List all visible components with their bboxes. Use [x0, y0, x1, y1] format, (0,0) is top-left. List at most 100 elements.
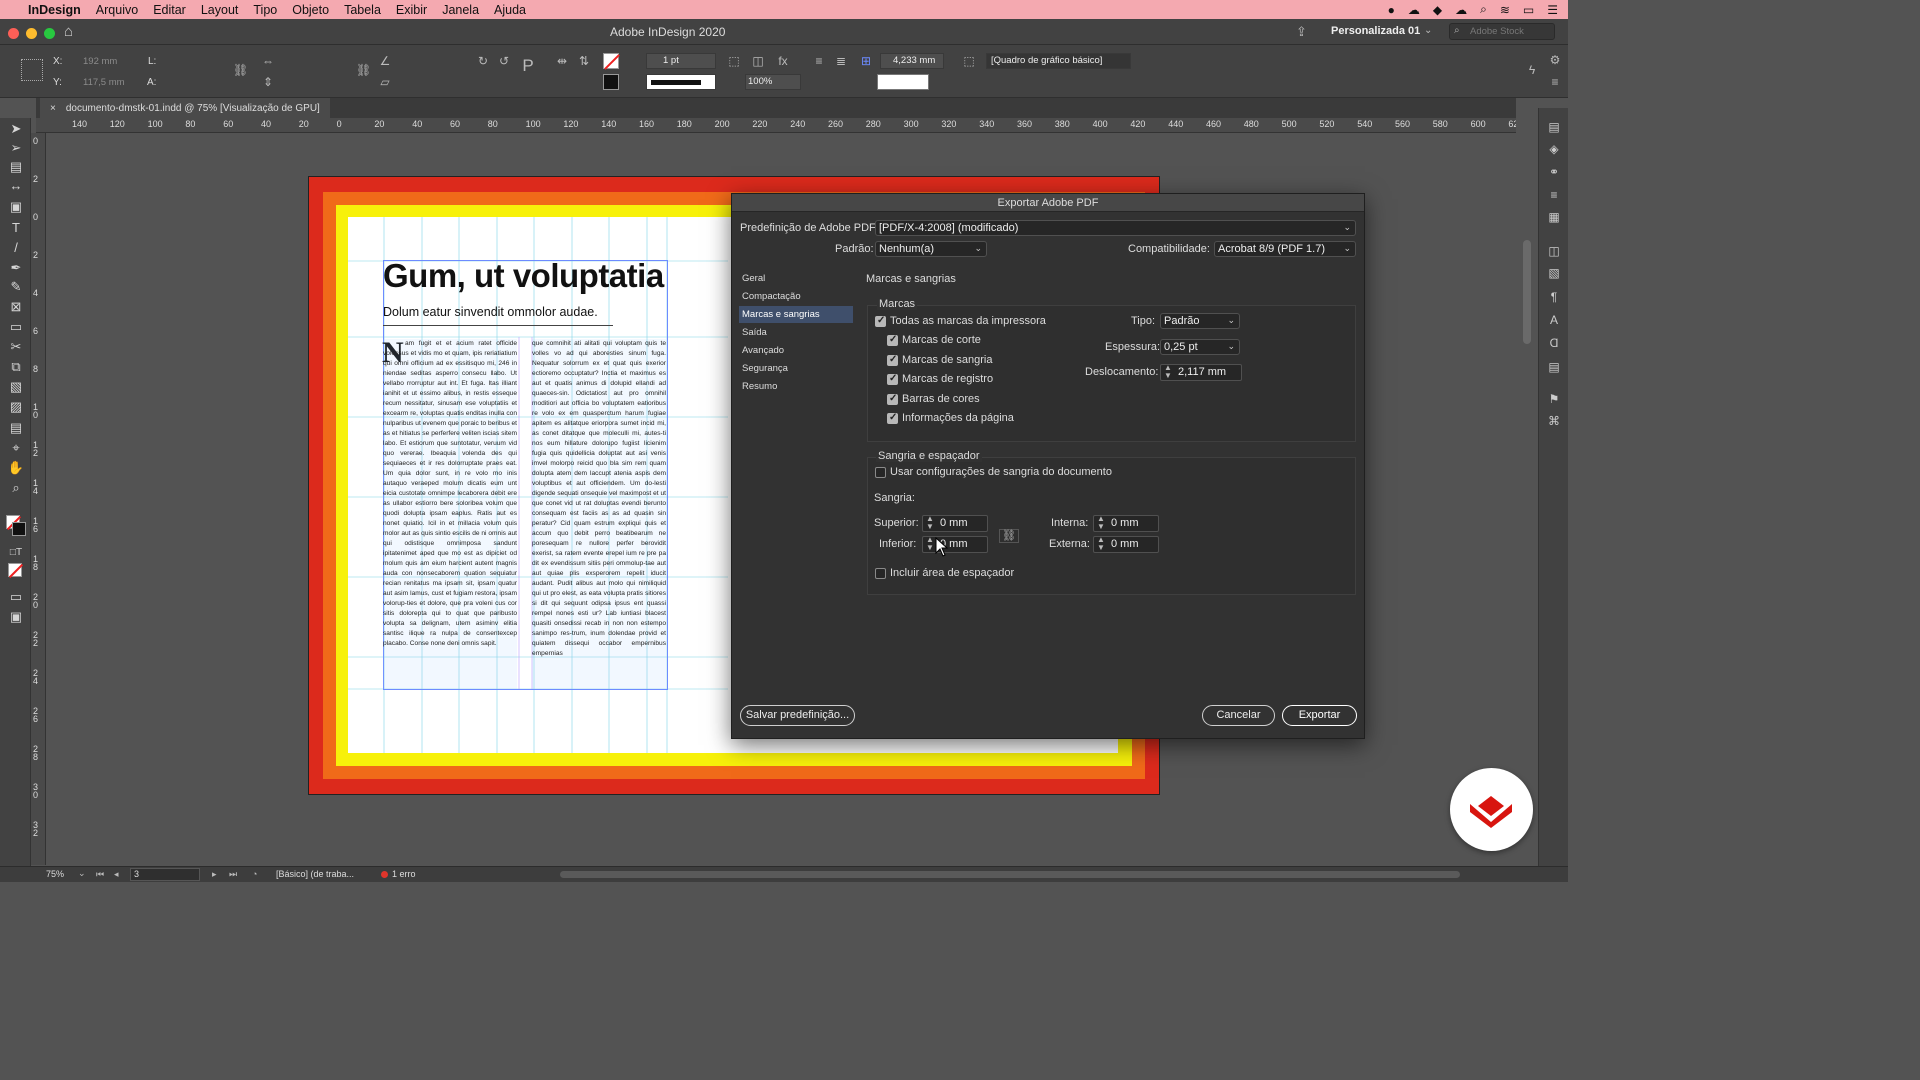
scissors-tool-icon[interactable]: ✂ — [7, 338, 25, 356]
flip-horizontal-icon[interactable]: ⇹ — [555, 54, 569, 68]
compatibility-select[interactable]: Acrobat 8/9 (PDF 1.7) ⌄ — [1214, 241, 1356, 257]
line-tool-icon[interactable]: / — [7, 239, 25, 257]
type-tool-icon[interactable]: T — [7, 219, 25, 237]
stepper-icon[interactable]: ▲ ▼ — [1097, 515, 1105, 531]
bottom-bleed-field[interactable]: ▲ ▼ 0 mm — [922, 536, 988, 553]
panel-menu-icon[interactable]: ≡ — [1548, 75, 1562, 89]
close-window-button[interactable] — [8, 28, 19, 39]
scale-y-icon[interactable]: ⇕ — [261, 75, 275, 89]
nav-resumo[interactable]: Resumo — [739, 378, 853, 395]
gear-icon[interactable]: ⚙ — [1548, 53, 1562, 67]
page-subheading[interactable]: Dolum eatur sinvendit ommolor audae. — [383, 305, 598, 319]
fill-swatch[interactable] — [603, 53, 620, 70]
last-page-icon[interactable]: ⏭ — [229, 869, 237, 880]
vertical-scrollbar-thumb[interactable] — [1523, 240, 1531, 344]
rotate-ccw-icon[interactable]: ↺ — [497, 54, 511, 68]
outside-bleed-field[interactable]: ▲ ▼ 0 mm — [1093, 536, 1159, 553]
constrain-proportions-icon[interactable]: ⛓ — [233, 63, 248, 77]
apply-none-icon[interactable] — [8, 563, 24, 579]
stepper-icon[interactable]: ▲ ▼ — [1097, 536, 1105, 552]
cancel-button[interactable]: Cancelar — [1202, 705, 1275, 726]
control-center-icon[interactable]: ☰ — [1547, 3, 1558, 17]
object-style-select[interactable]: [Quadro de gráfico básico] — [986, 53, 1131, 69]
creative-cloud-icon[interactable]: ☁ — [1408, 3, 1420, 17]
free-transform-tool-icon[interactable]: ⧉ — [7, 358, 25, 376]
menu-arquivo[interactable]: Arquivo — [96, 3, 138, 17]
pen-tool-icon[interactable]: ✒ — [7, 259, 25, 277]
reference-point-icon[interactable] — [21, 59, 43, 81]
nav-saida[interactable]: Saída — [739, 324, 853, 341]
frame-fitting-icon[interactable]: ⬚ — [727, 54, 741, 68]
export-button[interactable]: Exportar — [1282, 705, 1357, 726]
zoom-tool-icon[interactable]: ⌕ — [7, 479, 25, 497]
selection-tool-icon[interactable]: ➤ — [7, 120, 25, 138]
chain-link-icon[interactable]: ⛓ — [999, 529, 1019, 543]
note-tool-icon[interactable]: ▤ — [7, 419, 25, 437]
battery-icon[interactable]: ▭ — [1523, 3, 1534, 17]
standard-select[interactable]: Nenhum(a) ⌄ — [875, 241, 987, 257]
direct-selection-tool-icon[interactable]: ➢ — [7, 139, 25, 157]
stroke-panel-icon[interactable]: ≡ — [1545, 186, 1563, 204]
fx-icon[interactable]: fx — [776, 54, 790, 68]
page-number-field[interactable]: 3 — [130, 868, 200, 881]
wifi-icon[interactable]: ≋ — [1500, 3, 1510, 17]
record-icon[interactable]: ● — [1388, 3, 1395, 17]
preset-select[interactable]: [PDF/X-4:2008] (modificado) ⌄ — [875, 220, 1356, 236]
menu-ajuda[interactable]: Ajuda — [494, 3, 526, 17]
crop-marks-checkbox[interactable] — [887, 334, 898, 346]
zoom-dropdown-icon[interactable]: ⌄ — [78, 868, 86, 879]
stroke-color-field[interactable] — [877, 74, 929, 90]
menu-exibir[interactable]: Exibir — [396, 3, 427, 17]
menu-layout[interactable]: Layout — [201, 3, 239, 17]
character-styles-icon[interactable]: A — [1545, 311, 1563, 329]
document-tab[interactable]: × documento-dmstk-01.indd @ 75% [Visuali… — [40, 98, 330, 118]
articles-panel-icon[interactable]: ▤ — [1545, 358, 1563, 376]
home-icon[interactable]: ⌂ — [64, 23, 73, 40]
eyedropper-tool-icon[interactable]: ⌖ — [7, 439, 25, 457]
top-bleed-field[interactable]: ▲ ▼ 0 mm — [922, 515, 988, 532]
paragraph-panel-icon[interactable]: ¶ — [1545, 288, 1563, 306]
open-page-icon[interactable]: ◔ — [252, 869, 257, 879]
chevron-down-icon[interactable]: ⌄ — [1424, 25, 1432, 36]
all-marks-checkbox[interactable] — [875, 315, 886, 327]
include-slug-checkbox[interactable] — [875, 568, 886, 579]
select-content-icon[interactable]: ⊞ — [859, 54, 873, 68]
next-page-icon[interactable]: ▸ — [212, 869, 217, 880]
rotate-cw-icon[interactable]: ↻ — [476, 54, 490, 68]
body-column-1[interactable]: am fugit et et acium ratet officide vole… — [383, 339, 517, 689]
use-document-bleed-checkbox[interactable] — [875, 467, 886, 478]
text-wrap-icon[interactable]: ▧ — [1545, 264, 1563, 282]
inside-bleed-field[interactable]: ▲ ▼ 0 mm — [1093, 515, 1159, 532]
menu-editar[interactable]: Editar — [153, 3, 186, 17]
weight-select[interactable]: 0,25 pt ⌄ — [1160, 339, 1240, 355]
share-icon[interactable]: ⇪ — [1296, 24, 1307, 40]
layers-panel-icon[interactable]: ◈ — [1545, 140, 1563, 158]
page-info-checkbox[interactable] — [887, 412, 898, 424]
lightning-icon[interactable]: ϟ — [1525, 63, 1539, 77]
page-tool-icon[interactable]: ▤ — [7, 158, 25, 176]
prev-page-icon[interactable]: ◂ — [114, 869, 119, 880]
color-bars-checkbox[interactable] — [887, 393, 898, 405]
links-panel-icon[interactable]: ⚭ — [1545, 163, 1563, 181]
type-select[interactable]: Padrão ⌄ — [1160, 313, 1240, 329]
pencil-tool-icon[interactable]: ✎ — [7, 278, 25, 296]
rotate-angle-icon[interactable]: ∠ — [378, 54, 392, 68]
bleed-marks-checkbox[interactable] — [887, 354, 898, 366]
gradient-tool-icon[interactable]: ▧ — [7, 378, 25, 396]
stepper-icon[interactable]: ▲ ▼ — [1164, 364, 1172, 380]
zoom-level[interactable]: 75% — [46, 869, 64, 879]
preflight-panel-icon[interactable]: ⚑ — [1545, 390, 1563, 408]
shear-angle-icon[interactable]: ▱ — [378, 75, 392, 89]
nav-seguranca[interactable]: Segurança — [739, 360, 853, 377]
stroke-swatch[interactable] — [603, 74, 619, 90]
vertical-ruler[interactable]: 0 2 0 2 4 6 8 1 0 1 2 1 4 1 6 1 8 2 0 2 2 2 4 2 6 2 8 3 0… — [31, 133, 46, 865]
align-center-icon[interactable]: ≣ — [834, 54, 848, 68]
object-style-icon[interactable]: ⬚ — [962, 54, 976, 68]
gap-tool-icon[interactable]: ↔ — [7, 177, 25, 195]
cloud-icon[interactable]: ☁ — [1455, 3, 1467, 17]
save-preset-button[interactable]: Salvar predefinição... — [740, 705, 855, 726]
stroke-weight-field[interactable]: 1 pt — [646, 53, 716, 69]
formatting-affects-container-icon[interactable]: □T — [7, 544, 25, 562]
scripts-panel-icon[interactable]: ⌘ — [1545, 412, 1563, 430]
body-column-2[interactable]: que comnihit ati alitati qui voluptam qu… — [532, 339, 666, 689]
